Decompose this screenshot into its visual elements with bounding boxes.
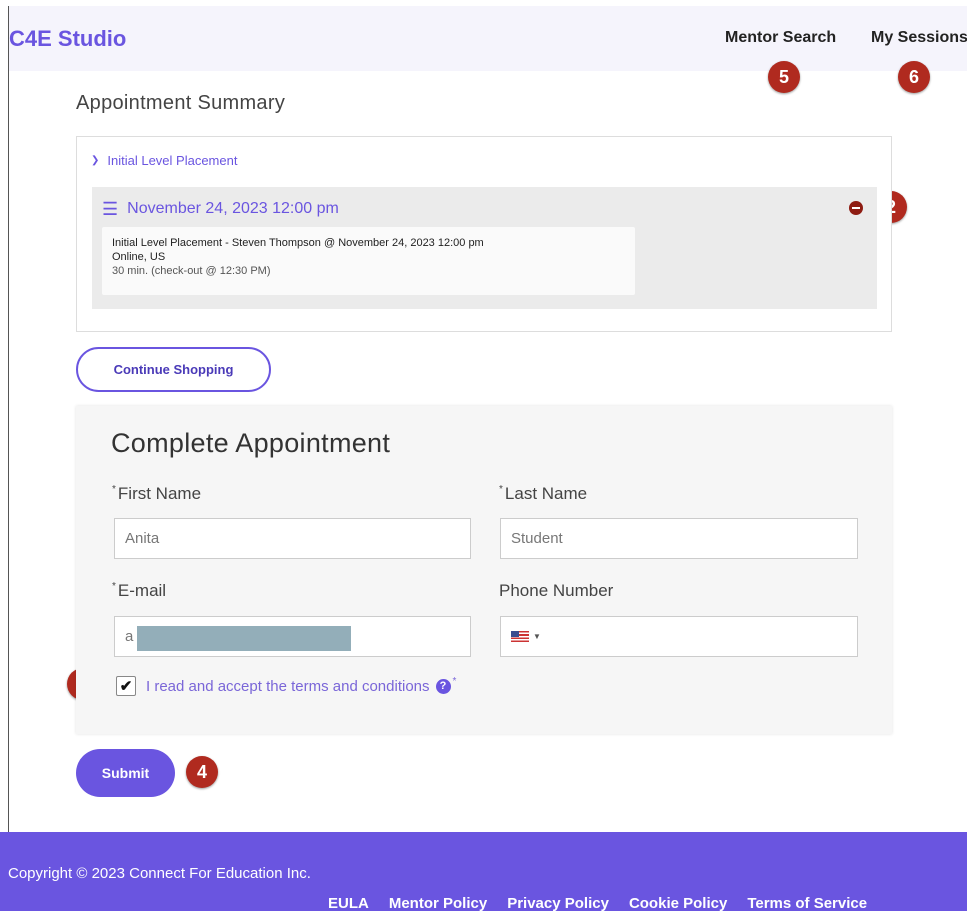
accordion-initial-level-placement[interactable]: ❯ Initial Level Placement bbox=[91, 153, 237, 168]
chevron-down-icon: ❯ bbox=[91, 155, 100, 166]
appointment-datetime: November 24, 2023 12:00 pm bbox=[127, 200, 339, 217]
callout-5: 5 bbox=[768, 61, 800, 93]
site-header: C4E Studio Mentor Search My Sessions bbox=[9, 6, 967, 71]
appointment-summary-box: ❯ Initial Level Placement ☰ November 24,… bbox=[76, 136, 892, 332]
copyright-text: Copyright © 2023 Connect For Education I… bbox=[8, 865, 311, 882]
footer-link-privacy-policy[interactable]: Privacy Policy bbox=[507, 895, 609, 911]
submit-button[interactable]: Submit bbox=[76, 749, 175, 797]
required-marker: * bbox=[499, 484, 503, 496]
complete-appointment-form: Complete Appointment * First Name Anita *… bbox=[76, 406, 892, 734]
checkmark-icon: ✔ bbox=[119, 678, 133, 695]
email-value: a bbox=[125, 628, 134, 645]
us-flag-icon[interactable] bbox=[511, 631, 529, 642]
first-name-field[interactable]: Anita bbox=[114, 518, 471, 559]
callout-6: 6 bbox=[898, 61, 930, 93]
appointment-description: Initial Level Placement - Steven Thompso… bbox=[112, 237, 484, 249]
phone-label: Phone Number bbox=[499, 581, 614, 600]
continue-shopping-button[interactable]: Continue Shopping bbox=[76, 347, 271, 392]
footer-link-terms-of-service[interactable]: Terms of Service bbox=[747, 895, 867, 911]
appointment-summary-title: Appointment Summary bbox=[76, 92, 286, 114]
terms-link[interactable]: I read and accept the terms and conditio… bbox=[146, 678, 430, 695]
first-name-label: * First Name bbox=[112, 484, 202, 503]
email-label: * E-mail bbox=[112, 581, 167, 600]
appointment-location: Online, US bbox=[112, 251, 166, 263]
brand-logo[interactable]: C4E Studio bbox=[9, 26, 126, 52]
first-name-value: Anita bbox=[125, 530, 160, 547]
required-marker: * bbox=[112, 484, 116, 496]
footer-link-cookie-policy[interactable]: Cookie Policy bbox=[629, 895, 727, 911]
phone-field[interactable]: ▼ bbox=[500, 616, 858, 657]
footer-link-mentor-policy[interactable]: Mentor Policy bbox=[389, 895, 487, 911]
appointment-details-card: Initial Level Placement - Steven Thompso… bbox=[102, 227, 635, 295]
appointment-item-header: ☰ November 24, 2023 12:00 pm bbox=[102, 200, 339, 218]
hamburger-icon[interactable]: ☰ bbox=[102, 200, 118, 218]
nav-my-sessions[interactable]: My Sessions bbox=[871, 29, 967, 47]
terms-checkbox[interactable]: ✔ bbox=[116, 676, 136, 696]
chevron-down-icon[interactable]: ▼ bbox=[533, 632, 541, 641]
appointment-duration: 30 min. (check-out @ 12:30 PM) bbox=[112, 265, 271, 277]
footer-links: EULA Mentor Policy Privacy Policy Cookie… bbox=[328, 895, 867, 911]
last-name-label: * Last Name bbox=[499, 484, 588, 503]
accordion-label: Initial Level Placement bbox=[107, 153, 238, 168]
terms-row: ✔ I read and accept the terms and condit… bbox=[116, 676, 456, 696]
window-left-border bbox=[8, 6, 9, 836]
last-name-value: Student bbox=[511, 530, 563, 547]
nav-mentor-search[interactable]: Mentor Search bbox=[725, 29, 836, 47]
remove-appointment-button[interactable] bbox=[849, 201, 863, 215]
site-footer: Copyright © 2023 Connect For Education I… bbox=[0, 832, 967, 911]
footer-link-eula[interactable]: EULA bbox=[328, 895, 369, 911]
callout-4: 4 bbox=[186, 756, 218, 788]
redacted-email-overlay bbox=[137, 626, 351, 651]
required-marker: * bbox=[452, 675, 457, 687]
appointment-item: ☰ November 24, 2023 12:00 pm Initial Lev… bbox=[92, 187, 877, 309]
last-name-field[interactable]: Student bbox=[500, 518, 858, 559]
help-icon[interactable]: ? bbox=[435, 678, 451, 694]
form-title: Complete Appointment bbox=[111, 428, 391, 458]
required-marker: * bbox=[112, 581, 116, 593]
